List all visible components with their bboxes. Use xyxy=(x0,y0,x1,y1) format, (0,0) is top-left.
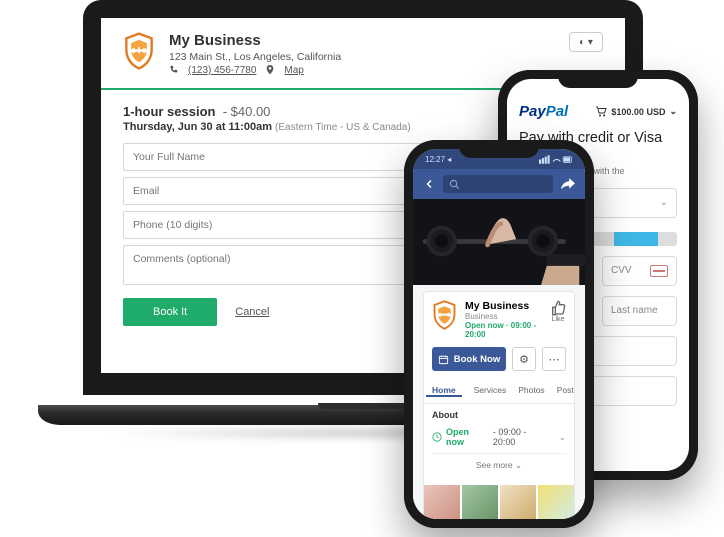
paypal-top-bar: PayPal $100.00 USD ⌄ xyxy=(519,103,677,120)
photo-thumb[interactable] xyxy=(538,485,574,519)
calendar-icon xyxy=(438,354,449,365)
like-label: Like xyxy=(550,316,566,323)
tab-services[interactable]: Services xyxy=(474,385,507,397)
tab-posts[interactable]: Posts xyxy=(557,385,574,397)
photo-strip xyxy=(424,485,574,519)
phone-notch xyxy=(459,140,539,158)
book-now-label: Book Now xyxy=(454,354,500,365)
cvv-field[interactable]: CVV xyxy=(602,256,677,286)
status-indicators-icon xyxy=(539,155,573,164)
page-open-status: Open now · 09:00 - 20:00 xyxy=(465,321,542,339)
facebook-top-bar xyxy=(413,169,585,199)
chevron-down-icon: ⌄ xyxy=(515,460,522,471)
clock-icon xyxy=(432,432,442,442)
page-shield-icon xyxy=(432,300,457,330)
phone-link[interactable]: (123) 456-7780 xyxy=(188,65,256,76)
share-icon[interactable] xyxy=(561,178,575,190)
photo-thumb[interactable] xyxy=(424,485,460,519)
page-info-card: My Business Business Open now · 09:00 - … xyxy=(423,291,575,519)
page-name: My Business xyxy=(465,300,542,312)
map-pin-icon xyxy=(266,65,274,76)
hours-row[interactable]: Open now - 09:00 - 20:00 ⌄ xyxy=(432,424,566,454)
session-title: 1-hour session xyxy=(123,104,215,119)
book-now-button[interactable]: Book Now xyxy=(432,347,506,371)
phone-icon xyxy=(169,65,178,76)
facebook-screen: 12:27 ◂ xyxy=(413,149,585,519)
hours-open: Open now xyxy=(446,427,489,447)
cover-photo xyxy=(413,199,585,285)
session-price: - $40.00 xyxy=(223,104,271,119)
ellipsis-icon: ⋯ xyxy=(549,353,560,366)
page-category: Business xyxy=(465,312,542,321)
chevron-down-icon: ⌄ xyxy=(558,432,566,443)
page-tabs: Home Services Photos Posts Communi xyxy=(424,379,574,404)
chevron-down-icon: ⌄ xyxy=(669,106,677,117)
phone-notch xyxy=(558,70,638,88)
credit-card-icon xyxy=(650,265,668,277)
business-info: My Business 123 Main St., Los Angeles, C… xyxy=(169,32,341,76)
last-name-label: Last name xyxy=(611,305,658,316)
like-button[interactable]: Like xyxy=(550,300,566,323)
gear-icon: ⚙ xyxy=(519,353,529,366)
photo-thumb[interactable] xyxy=(500,485,536,519)
paypal-logo-pay: Pay xyxy=(519,103,546,120)
cart-total[interactable]: $100.00 USD ⌄ xyxy=(595,106,677,117)
business-name: My Business xyxy=(169,32,341,49)
search-icon xyxy=(449,179,460,190)
tab-home[interactable]: Home xyxy=(426,385,462,397)
tab-photos[interactable]: Photos xyxy=(518,385,544,397)
laptop-hinge-notch xyxy=(318,403,408,409)
session-timezone: (Eastern Time - US & Canada) xyxy=(275,122,411,133)
business-shield-icon xyxy=(123,32,155,70)
see-more-link[interactable]: See more ⌄ xyxy=(432,454,566,473)
paypal-logo-pal: Pal xyxy=(546,103,569,120)
about-label: About xyxy=(432,410,566,420)
contrast-toggle[interactable]: ◐ ▾ xyxy=(569,32,603,52)
book-button[interactable]: Book It xyxy=(123,298,217,326)
settings-chip[interactable]: ⚙ xyxy=(512,347,536,371)
more-chip[interactable]: ⋯ xyxy=(542,347,566,371)
cart-amount: $100.00 USD xyxy=(611,107,665,117)
business-contact: (123) 456-7780 Map xyxy=(169,65,341,76)
about-section: About Open now - 09:00 - 20:00 ⌄ See mor… xyxy=(432,404,566,479)
phone-facebook-mockup: 12:27 ◂ xyxy=(404,140,594,528)
paypal-logo-icon: PayPal xyxy=(519,103,568,120)
hours-range: - 09:00 - 20:00 xyxy=(493,427,551,447)
session-date-text: Thursday, Jun 30 at 11:00am xyxy=(123,121,272,133)
status-time: 12:27 ◂ xyxy=(425,155,451,164)
cvv-label: CVV xyxy=(611,265,632,276)
map-link[interactable]: Map xyxy=(284,65,303,76)
last-name-field[interactable]: Last name xyxy=(602,296,677,326)
business-address: 123 Main St., Los Angeles, California xyxy=(169,51,341,63)
facebook-page-body: My Business Business Open now · 09:00 - … xyxy=(413,285,585,519)
search-input[interactable] xyxy=(443,175,553,193)
cart-icon xyxy=(595,106,607,117)
photo-thumb[interactable] xyxy=(462,485,498,519)
cancel-link[interactable]: Cancel xyxy=(235,306,269,318)
back-icon[interactable] xyxy=(423,178,435,190)
